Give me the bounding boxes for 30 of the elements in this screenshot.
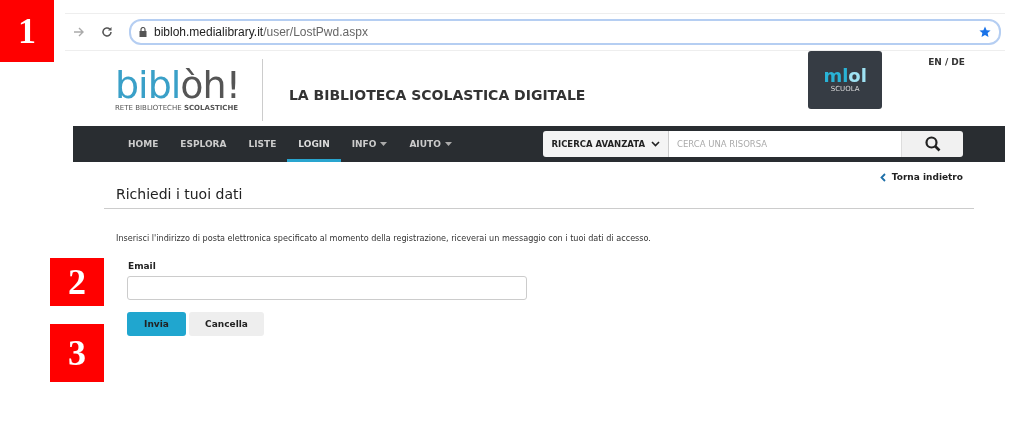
address-bar[interactable]: bibloh.medialibrary.it/user/LostPwd.aspx (129, 19, 1001, 45)
search-field[interactable]: CERCA UNA RISORSA (668, 131, 901, 157)
nav-tab[interactable]: HOME (117, 126, 170, 162)
email-label: Email (128, 261, 157, 271)
back-link[interactable]: Torna indietro (879, 172, 963, 182)
submit-button[interactable]: Invia (127, 312, 186, 336)
site-title: LA BIBLIOTECA SCOLASTICA DIGITALE (288, 87, 586, 103)
lock-icon (139, 27, 147, 37)
nav-tab[interactable]: LISTE (237, 126, 288, 162)
email-field[interactable] (127, 276, 527, 300)
language-links[interactable]: EN / DE (928, 57, 965, 67)
nav-tab[interactable]: ESPLORA (169, 126, 238, 162)
step-number-badge: 3 (50, 324, 104, 382)
page-title: Richiedi i tuoi dati (104, 186, 974, 209)
nav-tab[interactable]: INFO (340, 126, 399, 162)
search-icon (924, 136, 941, 152)
step-number-badge: 1 (0, 0, 54, 62)
search-button[interactable] (901, 131, 963, 157)
nav-tab[interactable]: AIUTO (398, 126, 463, 162)
chevron-down-icon (651, 141, 660, 147)
url-text: bibloh.medialibrary.it/user/LostPwd.aspx (154, 25, 368, 39)
instructions-text: Inserisci l'indirizzo di posta elettronica specificato al momento della registrazione, riceverai un messaggio con i tuoi dati di accesso. (116, 233, 652, 243)
forward-arrow-icon[interactable] (73, 27, 85, 37)
chevron-left-icon (879, 172, 886, 182)
nav-tab[interactable]: LOGIN (287, 126, 341, 162)
star-icon[interactable] (979, 26, 991, 38)
advanced-search-dropdown[interactable]: RICERCA AVANZATA (543, 131, 668, 157)
cancel-button[interactable]: Cancella (189, 312, 264, 336)
reload-icon[interactable] (101, 26, 113, 38)
step-number-badge: 2 (50, 258, 104, 306)
